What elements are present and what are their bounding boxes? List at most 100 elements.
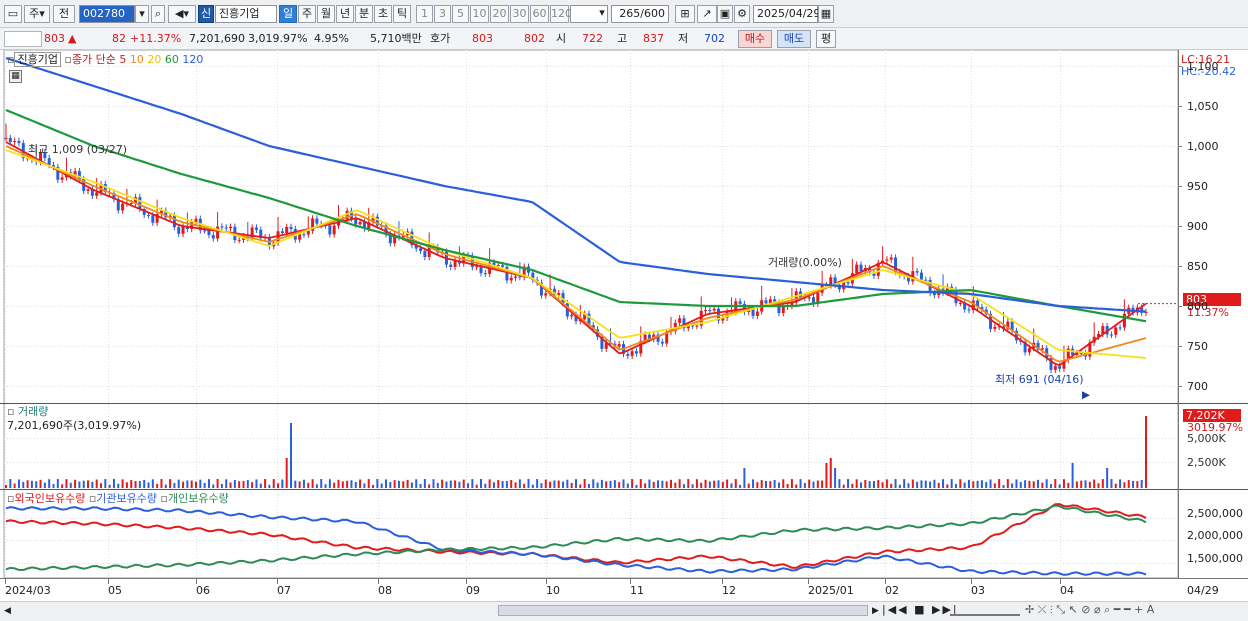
candle-body xyxy=(712,308,716,311)
volume-bar xyxy=(333,482,336,488)
code-dropdown-icon[interactable]: ▾ xyxy=(135,5,149,23)
playback-controls[interactable]: |◀◀ ■ ▶▶| xyxy=(882,603,959,616)
volume-bar xyxy=(639,479,642,488)
x-axis-label: 07 xyxy=(277,584,291,597)
stock-code-input[interactable]: 002780 xyxy=(79,5,135,23)
volume-bar xyxy=(337,479,340,488)
volume-bar xyxy=(1127,480,1130,488)
candle-body xyxy=(17,140,21,144)
gear-icon[interactable]: ⚙ xyxy=(734,5,750,23)
volume-bar xyxy=(393,480,396,488)
volume-bar xyxy=(376,479,379,488)
period-tab-4[interactable]: 분 xyxy=(355,5,373,23)
volume-bar xyxy=(151,479,154,488)
calendar-icon[interactable]: ▦ xyxy=(818,5,834,23)
chart-area[interactable]: ▫ 진흥기업 ▫종가 단순 5 10 20 60 120 ▦ LC:16.21 H… xyxy=(0,49,1248,621)
volume-bar xyxy=(782,479,785,488)
stock-name-field[interactable]: 진흥기업 xyxy=(215,5,277,23)
prev-button[interactable]: 전 xyxy=(53,5,75,23)
volume-bar xyxy=(1114,483,1117,488)
zoom-slider[interactable] xyxy=(950,603,1020,616)
volume-bar xyxy=(644,483,647,488)
candle-body xyxy=(958,302,962,304)
search-icon[interactable]: ⌕ xyxy=(151,5,165,23)
volume-bar xyxy=(743,468,746,488)
interval-button-5[interactable]: 5 xyxy=(452,5,469,23)
volume-bar xyxy=(1136,481,1139,488)
x-axis-label: 04 xyxy=(1060,584,1074,597)
volume-bar xyxy=(1015,479,1018,488)
volume-bar xyxy=(91,481,94,488)
period-tab-5[interactable]: 초 xyxy=(374,5,392,23)
period-tab-0[interactable]: 일 xyxy=(279,5,297,23)
volume-bar xyxy=(924,480,927,488)
interval-button-1[interactable]: 1 xyxy=(416,5,433,23)
market-type-select[interactable]: 주▾ xyxy=(24,5,50,23)
candle-body xyxy=(151,215,155,223)
count-field[interactable]: 265/600 xyxy=(611,5,669,23)
interval-button-120[interactable]: 120 xyxy=(550,5,572,23)
period-tab-2[interactable]: 월 xyxy=(317,5,335,23)
interval-dropdown-icon[interactable]: ▾ xyxy=(596,5,608,23)
low-note: 최저 691 (04/16) xyxy=(995,373,1084,386)
grid-table-icon[interactable]: ▦ xyxy=(9,70,22,83)
save-icon[interactable]: ▣ xyxy=(717,5,733,23)
candle-body xyxy=(1114,327,1118,335)
volume-bar xyxy=(1093,479,1096,488)
volume-bar xyxy=(65,479,68,488)
sell-button[interactable]: 매도 xyxy=(777,30,811,48)
evaluate-button[interactable]: 평 xyxy=(816,30,836,48)
volume-bar xyxy=(160,479,163,488)
date-field[interactable]: 2025/04/29 xyxy=(753,5,820,23)
interval-button-30[interactable]: 30 xyxy=(510,5,529,23)
candle-body xyxy=(755,311,759,316)
period-tab-1[interactable]: 주 xyxy=(298,5,316,23)
candle-body xyxy=(1058,366,1062,369)
volume-bar xyxy=(752,479,755,488)
chart-tool-icon[interactable]: ↗ xyxy=(697,5,717,23)
volume-bar xyxy=(501,481,504,488)
volume-bar xyxy=(1067,482,1070,488)
volume-bar xyxy=(976,480,979,488)
period-tab-3[interactable]: 년 xyxy=(336,5,354,23)
scroll-thumb[interactable] xyxy=(498,605,868,616)
volume-bar xyxy=(372,484,375,488)
candle-type-icon[interactable]: ⊞ xyxy=(675,5,695,23)
quote-menu-icon[interactable] xyxy=(4,31,42,47)
volume-bar xyxy=(246,480,249,488)
interval-button-20[interactable]: 20 xyxy=(490,5,509,23)
price-chart[interactable] xyxy=(0,49,1248,621)
market-type-label: 주 xyxy=(29,7,40,20)
volume-bar xyxy=(43,482,46,488)
scroll-left-icon[interactable]: ◀ xyxy=(4,605,11,618)
legend-individual: 개인보유수량 xyxy=(167,492,229,505)
volume-bar xyxy=(756,482,759,488)
buy-button[interactable]: 매수 xyxy=(738,30,772,48)
volume-bar xyxy=(17,479,20,488)
volume-bar xyxy=(233,479,236,488)
interval-button-60[interactable]: 60 xyxy=(530,5,549,23)
volume-bar xyxy=(695,479,698,488)
interval-button-10[interactable]: 10 xyxy=(470,5,489,23)
volume-bar xyxy=(454,480,457,488)
draw-tools-icon[interactable]: ✢ ⤫ ⫶ ⤡ ↖ ⊘ ⌀ ⌕ ━ ━ + A xyxy=(1025,603,1154,616)
volume-bar xyxy=(385,479,387,488)
window-layout-icon[interactable]: ▭ xyxy=(4,5,22,23)
volume-bar xyxy=(294,480,297,488)
volume-bar xyxy=(648,479,651,488)
change-percent: +11.37% xyxy=(130,32,182,45)
candle-body xyxy=(423,250,427,258)
period-tab-6[interactable]: 틱 xyxy=(393,5,411,23)
volume-bar xyxy=(765,480,767,488)
candle-body xyxy=(138,197,142,209)
scroll-right-icon[interactable]: ▶ xyxy=(872,605,879,618)
volume-bar xyxy=(963,482,966,488)
sound-icon[interactable]: ◀▾ xyxy=(168,5,196,23)
volume-bar xyxy=(864,479,867,488)
volume-bar xyxy=(428,484,431,488)
x-axis-label: 02 xyxy=(885,584,899,597)
volume-bar xyxy=(579,484,582,488)
interval-button-3[interactable]: 3 xyxy=(434,5,451,23)
price-ytick: 1,050 xyxy=(1187,100,1219,113)
volume-bar xyxy=(445,481,448,488)
